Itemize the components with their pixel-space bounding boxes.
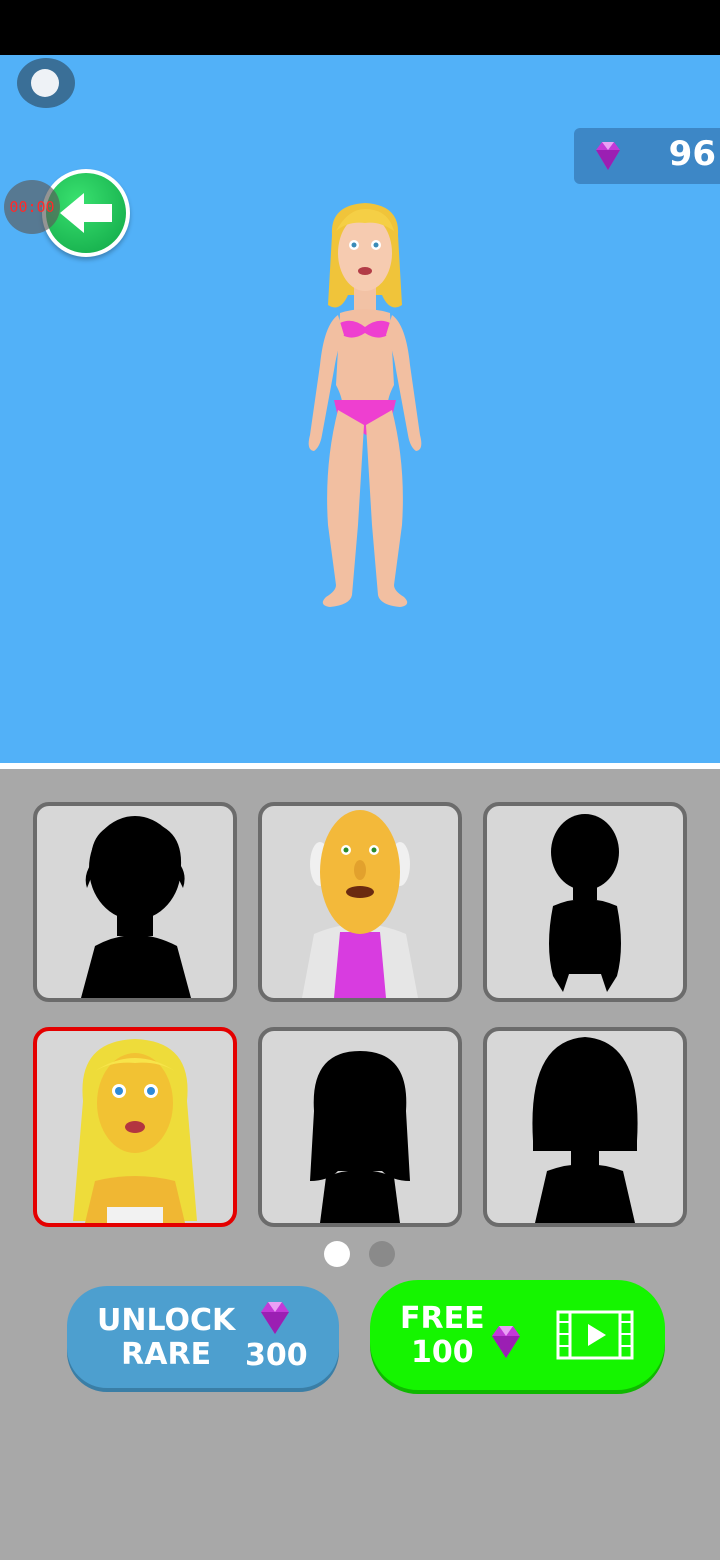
gem-icon [596,142,620,170]
video-ad-icon [556,1310,634,1360]
gem-icon [492,1326,520,1358]
assistive-touch-icon[interactable] [17,58,75,108]
locked-silhouette-icon [532,1037,638,1223]
character-card-1[interactable] [33,802,237,1002]
status-bar [0,0,720,55]
unlock-rare-button[interactable]: UNLOCK RARE 300 [67,1286,339,1388]
unlock-rare-label: UNLOCK RARE [97,1304,235,1372]
character-card-3[interactable] [483,802,687,1002]
locked-silhouette-icon [81,816,191,998]
recording-timer: 00:00 [4,180,60,234]
character-card-4[interactable] [33,1027,237,1227]
gem-counter: 96 [574,128,720,184]
character-card-5[interactable] [258,1027,462,1227]
old-man-portrait-icon [302,810,418,998]
blonde-woman-portrait-icon [73,1039,197,1223]
gem-count: 96 [668,134,716,174]
gem-icon [261,1302,289,1334]
character-card-6[interactable] [483,1027,687,1227]
character-model [308,203,422,607]
free-label-line1: FREE [400,1301,485,1336]
locked-silhouette-icon [549,814,621,992]
unlock-label-line2: RARE [121,1337,212,1372]
character-card-2[interactable] [258,802,462,1002]
unlock-label-line1: UNLOCK [97,1303,236,1338]
free-gems-label: FREE 100 [400,1302,485,1370]
free-gems-button[interactable]: FREE 100 [370,1280,665,1390]
page-indicator-1[interactable] [324,1241,350,1267]
free-label-line2: 100 [410,1335,474,1370]
locked-silhouette-icon [310,1051,410,1223]
page-indicator-2[interactable] [369,1241,395,1267]
unlock-price: 300 [245,1338,308,1373]
